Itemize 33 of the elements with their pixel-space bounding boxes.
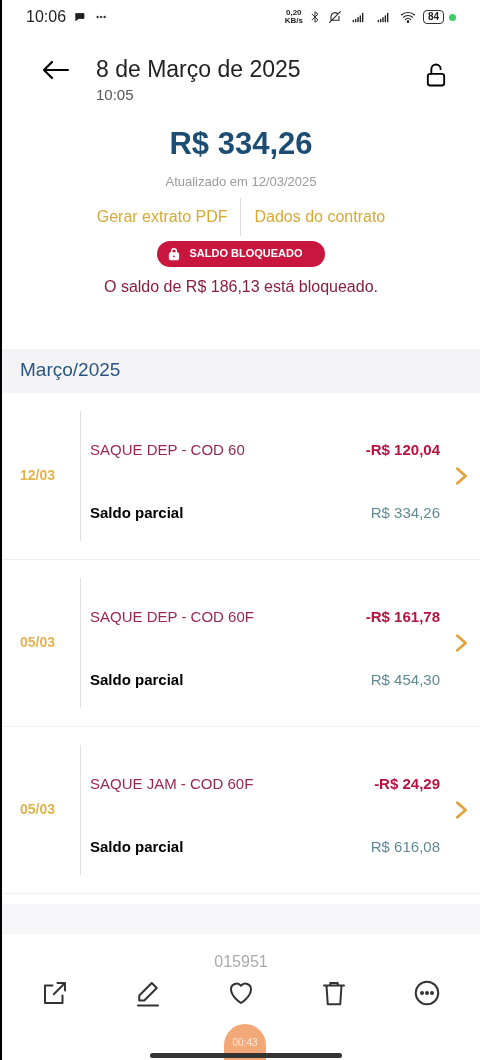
transaction-amount: -R$ 24,29 — [374, 773, 440, 794]
muted-bell-icon — [326, 9, 343, 25]
locked-balance-badge: SALDO BLOQUEADO — [157, 240, 325, 267]
transaction-amount: -R$ 161,78 — [365, 606, 440, 627]
transaction-description: SAQUE DEP - COD 60 — [90, 439, 245, 460]
blocked-note: O saldo de R$ 186,13 está bloqueado. — [104, 276, 378, 297]
updated-date: Atualizado em 12/03/2025 — [165, 173, 317, 191]
month-header: Março/2025 — [2, 348, 480, 393]
balance-amount: R$ 334,26 — [169, 125, 313, 163]
transaction-description: SAQUE DEP - COD 60F — [90, 606, 254, 627]
transaction-row[interactable]: 05/03 SAQUE DEP - COD 60F -R$ 161,78 Saldo parcial R$ 454,30 — [2, 559, 480, 727]
transaction-date: 12/03 — [20, 466, 56, 485]
reference-code: 015951 — [214, 951, 268, 972]
transaction-row[interactable]: 05/03 SAQUE JAM - COD 60F -R$ 24,29 Saldo parcial R$ 616,08 — [2, 726, 480, 894]
padlock-icon — [167, 245, 182, 262]
photo-time: 10:05 — [96, 85, 135, 105]
clock: 10:06 — [26, 7, 67, 27]
chat-icon — [74, 11, 87, 23]
partial-balance-label: Saldo parcial — [90, 837, 184, 857]
transaction-date: 05/03 — [20, 800, 56, 819]
transaction-date: 05/03 — [20, 633, 56, 652]
battery-indicator: 84 — [422, 10, 444, 24]
partial-balance-label: Saldo parcial — [90, 503, 184, 523]
transaction-row[interactable]: 12/03 SAQUE DEP - COD 60 -R$ 120,04 Saldo parcial R$ 334,26 — [2, 392, 480, 560]
partial-balance: R$ 334,26 — [370, 503, 440, 523]
transaction-amount: -R$ 120,04 — [365, 439, 440, 460]
transaction-description: SAQUE JAM - COD 60F — [90, 773, 254, 794]
photo-date: 8 de Março de 2025 — [96, 55, 302, 84]
partial-balance-label: Saldo parcial — [90, 670, 184, 690]
speed-unit: KB/s — [284, 17, 303, 25]
partial-balance: R$ 616,08 — [370, 837, 440, 857]
partial-balance: R$ 454,30 — [370, 670, 440, 690]
speed-value: 0,20 — [285, 9, 302, 17]
